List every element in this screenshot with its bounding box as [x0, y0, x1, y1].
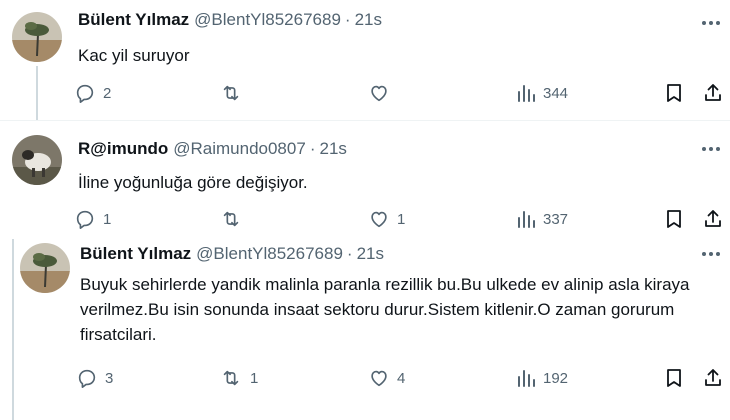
thread-line	[12, 239, 14, 420]
like-icon	[371, 211, 387, 228]
like-button[interactable]: 4	[368, 364, 405, 392]
separator-dot: ·	[344, 10, 351, 29]
like-icon	[371, 85, 387, 102]
tweet-header: R@imundo @Raimundo0807 · 21s	[78, 139, 347, 159]
retweet-icon	[223, 85, 239, 101]
tweet[interactable]: Bülent Yılmaz @BlentYl85267689 · 21s Kac…	[0, 0, 730, 120]
share-button[interactable]	[702, 364, 724, 392]
bookmark-button[interactable]	[664, 364, 684, 392]
reply-icon	[76, 84, 94, 103]
share-button[interactable]	[702, 79, 724, 107]
timestamp[interactable]: 21s	[357, 244, 384, 264]
views-count: 337	[543, 210, 569, 228]
avatar[interactable]	[12, 135, 62, 185]
more-icon[interactable]	[700, 12, 722, 34]
action-bar: 2 344	[74, 79, 724, 107]
share-icon	[705, 210, 721, 227]
tweet-header: Bülent Yılmaz @BlentYl85267689 · 21s	[80, 244, 384, 264]
views-button[interactable]: 337	[516, 205, 568, 233]
thread-line	[36, 66, 38, 120]
tweet-header: Bülent Yılmaz @BlentYl85267689 · 21s	[78, 10, 382, 30]
reply-button[interactable]: 1	[74, 205, 111, 233]
tweet[interactable]: R@imundo @Raimundo0807 · 21s İline yoğun…	[0, 121, 730, 239]
retweet-count: 1	[250, 369, 259, 387]
views-icon	[518, 85, 535, 102]
reply-count: 3	[105, 369, 114, 387]
avatar[interactable]	[12, 12, 62, 62]
reply-button[interactable]: 3	[76, 364, 113, 392]
action-bar: 1 1 337	[74, 205, 724, 233]
separator-dot: ·	[309, 139, 316, 158]
user-handle[interactable]: @BlentYl85267689	[196, 244, 343, 264]
reply-icon	[78, 369, 96, 388]
views-icon	[518, 370, 535, 387]
display-name[interactable]: R@imundo	[78, 139, 168, 159]
views-button[interactable]: 344	[516, 79, 568, 107]
share-icon	[705, 369, 721, 386]
tweet-text: Kac yil suruyor	[78, 46, 190, 65]
display-name[interactable]: Bülent Yılmaz	[80, 244, 191, 264]
user-handle[interactable]: @BlentYl85267689	[194, 10, 341, 30]
reply-count: 1	[103, 210, 112, 228]
bookmark-button[interactable]	[664, 205, 684, 233]
like-button[interactable]	[368, 79, 397, 107]
like-count: 4	[397, 369, 406, 387]
share-icon	[705, 84, 721, 101]
separator-dot: ·	[346, 244, 353, 263]
reply-icon	[76, 210, 94, 229]
tweet-text: Buyuk sehirlerde yandik malinla paranla …	[80, 275, 690, 344]
views-button[interactable]: 192	[516, 364, 568, 392]
display-name[interactable]: Bülent Yılmaz	[78, 10, 189, 30]
views-icon	[518, 211, 535, 228]
tweet[interactable]: Bülent Yılmaz @BlentYl85267689 · 21s Buy…	[0, 239, 730, 420]
timestamp[interactable]: 21s	[319, 139, 346, 159]
views-count: 192	[543, 369, 569, 387]
tweet-text: İline yoğunluğa göre değişiyor.	[78, 173, 308, 192]
more-icon[interactable]	[700, 243, 722, 265]
like-button[interactable]: 1	[368, 205, 405, 233]
retweet-button[interactable]	[219, 205, 250, 233]
retweet-icon	[223, 370, 239, 386]
bookmark-icon	[667, 84, 681, 102]
like-count: 1	[397, 210, 406, 228]
bookmark-icon	[667, 369, 681, 387]
avatar[interactable]	[20, 243, 70, 293]
share-button[interactable]	[702, 205, 724, 233]
like-icon	[371, 370, 387, 387]
bookmark-icon	[667, 210, 681, 228]
reply-button[interactable]: 2	[74, 79, 111, 107]
views-count: 344	[543, 84, 569, 102]
bookmark-button[interactable]	[664, 79, 684, 107]
timestamp[interactable]: 21s	[355, 10, 382, 30]
retweet-icon	[223, 211, 239, 227]
more-icon[interactable]	[700, 138, 722, 160]
user-handle[interactable]: @Raimundo0807	[173, 139, 306, 159]
action-bar: 3 1 4 192	[76, 364, 724, 392]
retweet-button[interactable]	[219, 79, 250, 107]
reply-count: 2	[103, 84, 112, 102]
retweet-button[interactable]: 1	[219, 364, 258, 392]
